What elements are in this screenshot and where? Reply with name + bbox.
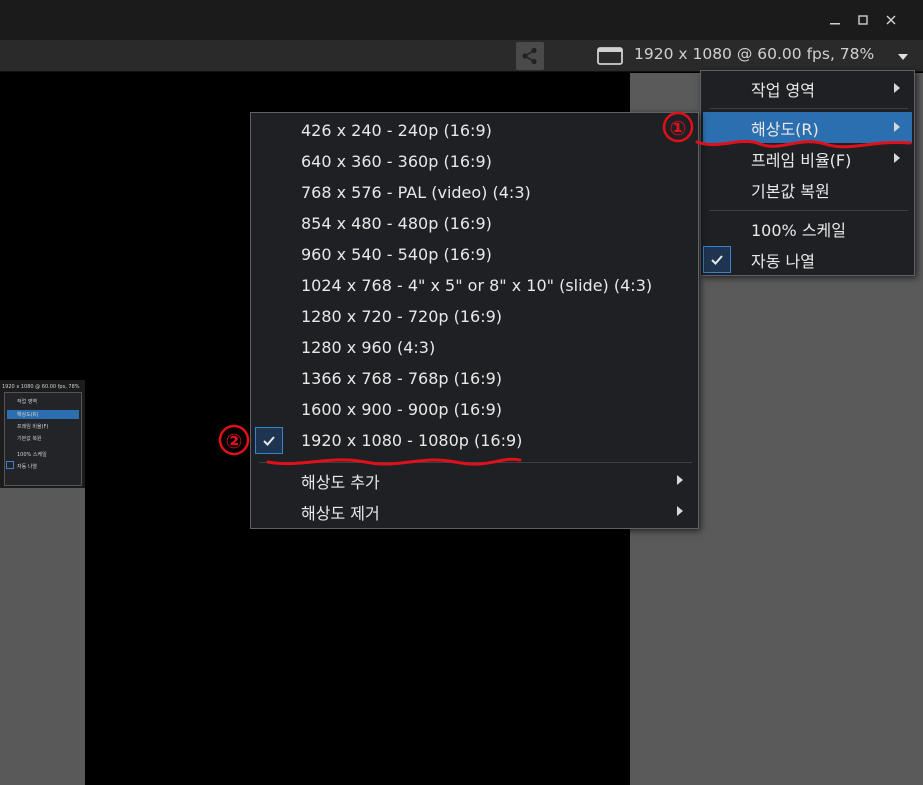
annotation-underline-1 (695, 139, 912, 149)
annotation-layer: ① ② (218, 111, 912, 466)
annotation-step-1: ① (670, 116, 687, 140)
annotation-step-2: ② (226, 429, 243, 453)
annotation-underline-2 (266, 457, 522, 466)
